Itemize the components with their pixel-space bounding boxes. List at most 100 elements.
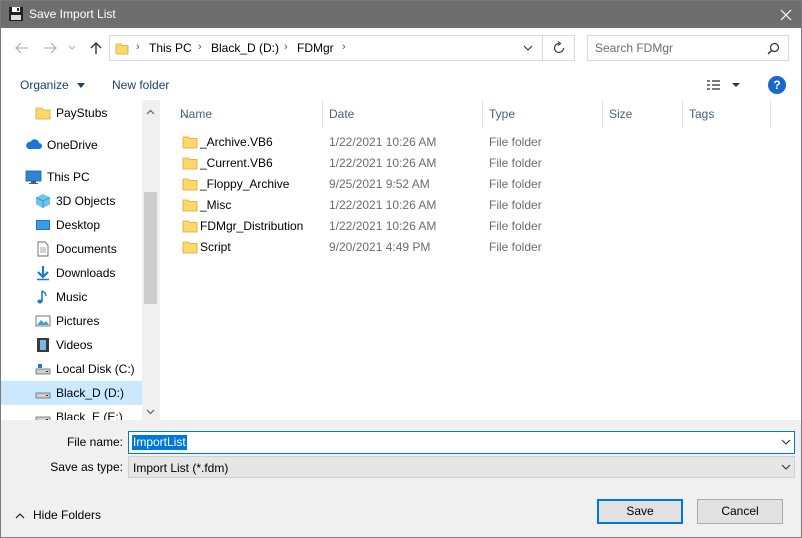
window-title: Save Import List: [29, 7, 116, 21]
folder-icon: [182, 135, 198, 152]
cancel-button[interactable]: Cancel: [697, 499, 783, 524]
breadcrumb-black-d[interactable]: Black_D (D:): [211, 41, 279, 55]
folder-icon: [182, 156, 198, 173]
desktop-icon: [35, 217, 51, 233]
floppy-disk-icon: [8, 6, 24, 22]
column-header-date[interactable]: Date: [323, 100, 483, 128]
column-header-name[interactable]: ︿ Name: [174, 100, 323, 128]
breadcrumb-fdmgr[interactable]: FDMgr: [297, 41, 334, 55]
drive-icon: [35, 409, 51, 420]
save-dialog: Save Import List › This PC › Black_D (D:…: [0, 0, 802, 538]
folder-icon: [182, 198, 198, 215]
nav-item-paystubs[interactable]: PayStubs: [1, 101, 142, 125]
scrollbar-thumb[interactable]: [144, 192, 157, 304]
organize-button[interactable]: Organize: [20, 78, 86, 92]
title-bar: Save Import List: [1, 1, 801, 28]
file-row[interactable]: _Misc 1/22/2021 10:26 AM File folder: [160, 195, 780, 216]
refresh-button[interactable]: [543, 35, 575, 61]
file-row[interactable]: _Archive.VB6 1/22/2021 10:26 AM File fol…: [160, 132, 780, 153]
download-icon: [35, 265, 51, 281]
save-type-select[interactable]: Import List (*.fdm): [128, 456, 795, 478]
chevron-right-icon: ›: [198, 41, 202, 53]
scroll-up-icon[interactable]: [146, 104, 155, 118]
folder-icon: [182, 177, 198, 194]
nav-item-downloads[interactable]: Downloads: [1, 261, 142, 285]
file-list: ︿ Name Date Type Size Tags _Archive.VB6 …: [160, 100, 801, 420]
file-row[interactable]: _Floppy_Archive 9/25/2021 9:52 AM File f…: [160, 174, 780, 195]
nav-item-onedrive[interactable]: OneDrive: [1, 133, 142, 157]
back-button[interactable]: [11, 38, 33, 58]
navigation-pane: PayStubs OneDrive This PC 3D Objects Des…: [1, 100, 159, 420]
nav-item-3d-objects[interactable]: 3D Objects: [1, 189, 142, 213]
file-name-value[interactable]: ImportList: [132, 435, 187, 450]
chevron-down-icon[interactable]: [781, 461, 791, 476]
chevron-right-icon: ›: [136, 41, 140, 53]
close-icon: [780, 9, 792, 20]
organize-label: Organize: [20, 78, 69, 92]
nav-scrollbar[interactable]: [142, 100, 159, 420]
picture-icon: [35, 313, 51, 329]
up-arrow-icon: [90, 42, 102, 54]
address-row: › This PC › Black_D (D:) › FDMgr ›: [1, 28, 801, 68]
nav-item-pictures[interactable]: Pictures: [1, 309, 142, 333]
computer-icon: [25, 169, 42, 185]
nav-item-local-disk-c[interactable]: Local Disk (C:): [1, 357, 142, 381]
search-box[interactable]: [587, 35, 789, 61]
chevron-right-icon: ›: [342, 41, 346, 53]
address-dropdown-button[interactable]: [514, 36, 542, 60]
nav-item-black-d[interactable]: Black_D (D:): [1, 381, 142, 405]
search-icon[interactable]: [767, 42, 780, 58]
save-type-label: Save as type:: [50, 460, 123, 474]
folder-icon: [182, 240, 198, 257]
forward-arrow-icon: [44, 42, 57, 54]
chevron-down-icon: [68, 45, 76, 50]
caret-down-icon: [732, 83, 740, 87]
chevron-up-icon: [15, 513, 25, 519]
save-button[interactable]: Save: [597, 499, 683, 524]
new-folder-button[interactable]: New folder: [112, 78, 169, 92]
search-input[interactable]: [595, 40, 765, 56]
column-header-type[interactable]: Type: [483, 100, 603, 128]
drive-icon: [35, 361, 51, 377]
chevron-down-icon: [523, 45, 533, 51]
address-bar[interactable]: › This PC › Black_D (D:) › FDMgr ›: [109, 35, 543, 61]
recent-locations-button[interactable]: [61, 38, 83, 58]
chevron-down-icon[interactable]: [781, 436, 791, 451]
save-form: File name: ImportList Save as type: Impo…: [1, 420, 801, 537]
drive-icon: [35, 385, 51, 401]
forward-button[interactable]: [39, 38, 61, 58]
scroll-down-icon[interactable]: [146, 404, 155, 418]
folder-icon: [182, 219, 198, 236]
file-name-label: File name:: [66, 435, 123, 449]
music-icon: [35, 289, 51, 305]
column-header-tags[interactable]: Tags: [683, 100, 771, 128]
cloud-icon: [25, 137, 42, 153]
change-view-button[interactable]: [703, 76, 745, 94]
file-row[interactable]: _Current.VB6 1/22/2021 10:26 AM File fol…: [160, 153, 780, 174]
nav-item-documents[interactable]: Documents: [1, 237, 142, 261]
document-icon: [35, 241, 51, 257]
file-name-field[interactable]: ImportList: [128, 431, 795, 454]
video-icon: [35, 337, 51, 353]
close-button[interactable]: [771, 1, 801, 28]
up-button[interactable]: [85, 38, 107, 58]
help-button[interactable]: ?: [768, 76, 786, 94]
nav-item-this-pc[interactable]: This PC: [1, 165, 142, 189]
chevron-right-icon: ›: [284, 41, 288, 53]
command-bar: Organize New folder ?: [1, 68, 801, 100]
breadcrumb-this-pc[interactable]: This PC: [149, 41, 192, 55]
column-header-size[interactable]: Size: [603, 100, 683, 128]
refresh-icon: [553, 41, 564, 54]
nav-item-music[interactable]: Music: [1, 285, 142, 309]
cube-icon: [35, 193, 51, 209]
file-row[interactable]: Script 9/20/2021 4:49 PM File folder: [160, 237, 780, 258]
nav-item-videos[interactable]: Videos: [1, 333, 142, 357]
caret-down-icon: [77, 83, 86, 89]
file-row[interactable]: FDMgr_Distribution 1/22/2021 10:26 AM Fi…: [160, 216, 780, 237]
folder-icon: [35, 105, 51, 121]
nav-item-desktop[interactable]: Desktop: [1, 213, 142, 237]
back-arrow-icon: [15, 42, 28, 54]
folder-icon: [115, 41, 129, 58]
nav-item-black-e[interactable]: Black_E (E:): [1, 405, 142, 420]
details-view-icon: [707, 80, 720, 90]
